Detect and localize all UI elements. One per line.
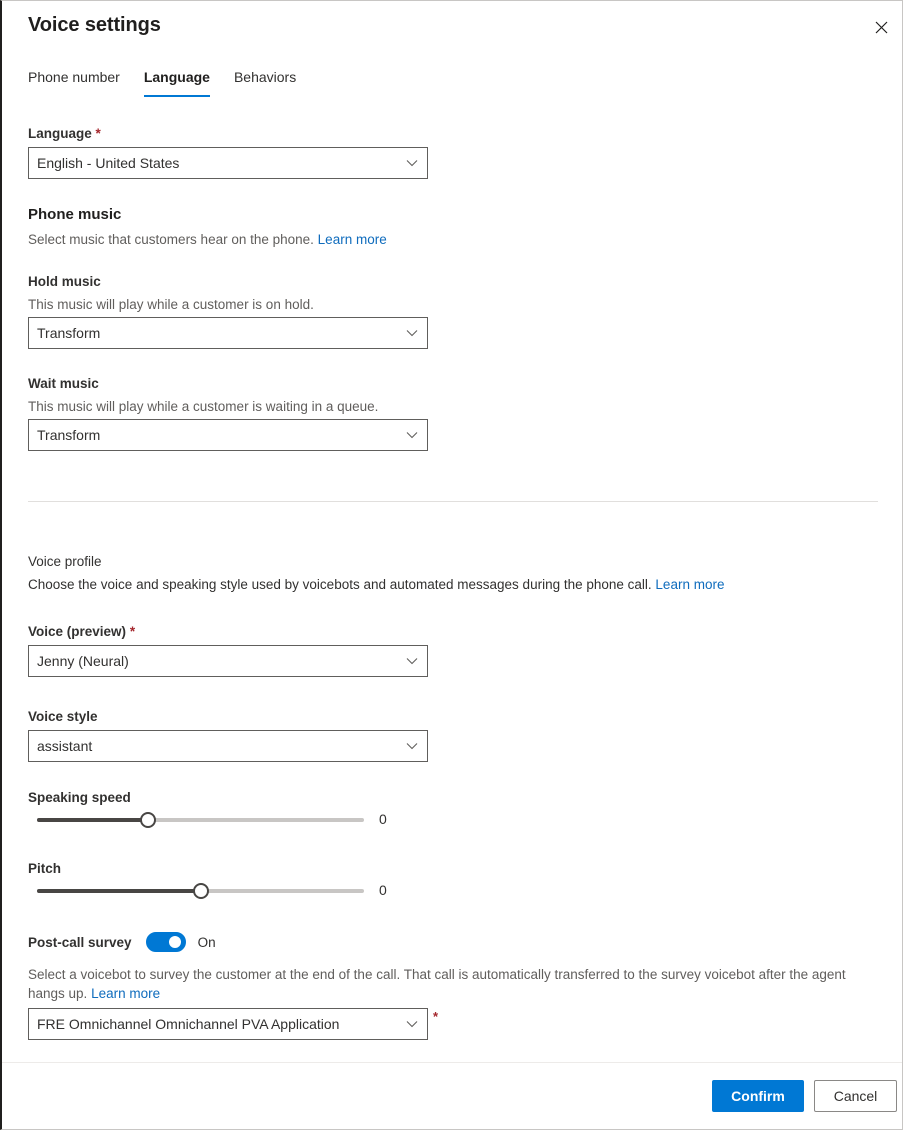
post-call-survey-toggle[interactable] [145, 932, 186, 952]
post-call-survey-description: Select a voicebot to survey the customer… [28, 967, 846, 1001]
speaking-speed-slider[interactable] [37, 807, 364, 831]
phone-music-learn-more-link[interactable]: Learn more [318, 232, 387, 247]
voice-style-label: Voice style [28, 709, 98, 724]
voice-profile-learn-more-link[interactable]: Learn more [655, 577, 724, 592]
voice-settings-panel: Voice settings Phone number Language Beh… [0, 0, 903, 1130]
slider-track-fill [37, 889, 201, 893]
hold-music-dropdown-value: Transform [37, 325, 101, 341]
wait-music-dropdown-value: Transform [37, 427, 101, 443]
required-asterisk: * [433, 1009, 439, 1024]
tab-phone-number[interactable]: Phone number [28, 67, 132, 97]
language-dropdown[interactable]: English - United States [28, 147, 428, 179]
speaking-speed-slider-row [37, 807, 364, 831]
cancel-button[interactable]: Cancel [814, 1080, 897, 1112]
pitch-label: Pitch [28, 861, 62, 876]
toggle-knob [168, 936, 181, 948]
confirm-button[interactable]: Confirm [712, 1080, 804, 1112]
slider-thumb[interactable] [193, 883, 209, 899]
chevron-down-icon [397, 329, 427, 337]
post-call-survey-row: Post-call survey On [28, 932, 216, 952]
chevron-down-icon [397, 159, 427, 167]
slider-track-fill [37, 818, 148, 822]
panel-footer: Confirm Cancel [2, 1062, 902, 1129]
hold-music-dropdown[interactable]: Transform [28, 317, 428, 349]
survey-voicebot-dropdown-value: FRE Omnichannel Omnichannel PVA Applicat… [37, 1016, 340, 1032]
required-asterisk: * [95, 126, 101, 141]
hold-music-description: This music will play while a customer is… [28, 297, 314, 312]
pitch-value: 0 [379, 882, 387, 898]
slider-thumb[interactable] [140, 812, 156, 828]
voice-dropdown-value: Jenny (Neural) [37, 653, 129, 669]
required-asterisk: * [129, 624, 136, 639]
voice-style-dropdown-value: assistant [37, 738, 93, 754]
voice-label: Voice (preview) * [28, 624, 136, 639]
chevron-down-icon [397, 1020, 427, 1028]
language-label: Language * [28, 126, 101, 141]
speaking-speed-value: 0 [379, 811, 387, 827]
phone-music-description: Select music that customers hear on the … [28, 232, 387, 247]
post-call-survey-label: Post-call survey [28, 934, 132, 950]
wait-music-description: This music will play while a customer is… [28, 399, 379, 414]
close-icon[interactable] [865, 11, 897, 43]
survey-voicebot-dropdown[interactable]: FRE Omnichannel Omnichannel PVA Applicat… [28, 1008, 428, 1040]
voice-profile-heading: Voice profile [28, 554, 102, 569]
chevron-down-icon [397, 431, 427, 439]
wait-music-label: Wait music [28, 376, 99, 391]
post-call-survey-state: On [197, 934, 216, 950]
pitch-slider-row [37, 878, 364, 902]
speaking-speed-label: Speaking speed [28, 790, 131, 805]
section-divider [28, 501, 878, 502]
page-title: Voice settings [28, 14, 161, 36]
tab-list: Phone number Language Behaviors [28, 67, 308, 97]
language-dropdown-value: English - United States [37, 155, 180, 171]
voice-dropdown[interactable]: Jenny (Neural) [28, 645, 428, 677]
chevron-down-icon [397, 657, 427, 665]
hold-music-label: Hold music [28, 274, 101, 289]
tab-language[interactable]: Language [132, 67, 222, 97]
phone-music-heading: Phone music [28, 206, 122, 223]
tab-behaviors[interactable]: Behaviors [222, 67, 308, 97]
pitch-slider[interactable] [37, 878, 364, 902]
voice-profile-description: Choose the voice and speaking style used… [28, 577, 725, 592]
post-call-survey-learn-more-link[interactable]: Learn more [91, 986, 160, 1001]
voice-style-dropdown[interactable]: assistant [28, 730, 428, 762]
wait-music-dropdown[interactable]: Transform [28, 419, 428, 451]
panel-header: Voice settings [2, 1, 902, 56]
chevron-down-icon [397, 742, 427, 750]
